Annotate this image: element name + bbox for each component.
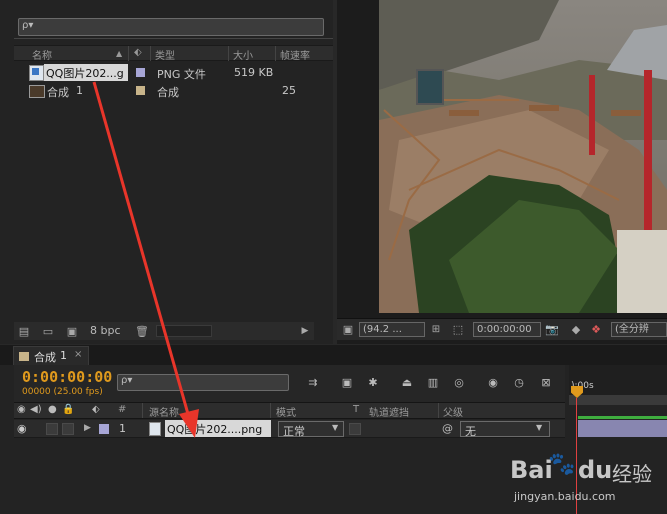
watermark-brand-suffix: du <box>578 456 613 484</box>
watermark-text: 经验 <box>612 462 652 486</box>
watermark-url: jingyan.baidu.com <box>514 490 616 503</box>
annotation-arrow <box>92 81 199 438</box>
paw-icon: 🐾 <box>548 452 576 477</box>
watermark-brand: Bai <box>510 456 553 484</box>
baidu-watermark: Bai 🐾 du 经验 jingyan.baidu.com <box>500 450 660 510</box>
